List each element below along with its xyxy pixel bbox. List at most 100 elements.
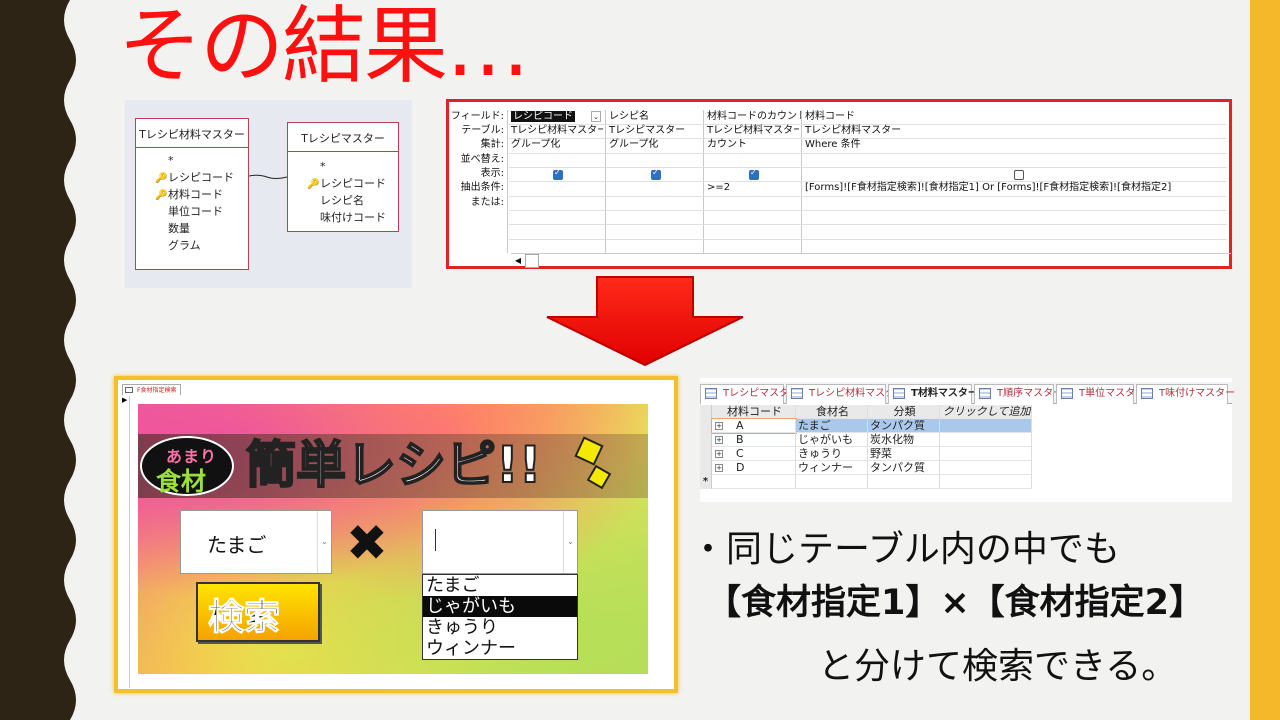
field-row[interactable]: 🔑 材料コード (136, 186, 248, 203)
table-row[interactable]: C + きゅうり 野菜 (700, 447, 1040, 461)
column3-show-checkbox[interactable] (749, 168, 759, 180)
field-row[interactable]: * (136, 152, 248, 169)
column4-criteria-cell[interactable]: [Forms]![F食材指定検索]![食材指定1] Or [Forms]![F食… (803, 181, 1223, 195)
dropdown-option[interactable]: ウィンナー (423, 638, 577, 659)
chevron-down-icon[interactable]: ⌄ (591, 111, 601, 122)
code-cell[interactable]: A (711, 418, 797, 434)
empty-cell[interactable] (940, 447, 1032, 461)
tab-recipe-master[interactable]: Tレシピマスター (700, 384, 799, 404)
scroll-left-icon[interactable]: ◀ (511, 254, 525, 268)
field-row[interactable]: 数量 (136, 220, 248, 237)
dropdown-option[interactable]: たまご (423, 575, 577, 596)
ingredient1-value: たまご (207, 533, 267, 557)
empty-cell[interactable] (796, 475, 868, 489)
column2-show-checkbox[interactable] (651, 168, 661, 180)
row-selector[interactable] (700, 419, 712, 433)
tab-unit-master[interactable]: T単位マスター (1056, 384, 1145, 404)
column2-total-cell[interactable]: グループ化 (607, 138, 701, 152)
tab-label: T順序マスター (997, 388, 1064, 399)
search-button[interactable]: 検索 (196, 582, 320, 642)
tab-order-master[interactable]: T順序マスター (974, 384, 1063, 404)
chevron-down-icon[interactable]: ⌄ (563, 511, 577, 573)
name-cell[interactable]: ウィンナー (796, 461, 868, 475)
chevron-down-icon[interactable]: ⌄ (317, 511, 331, 573)
field-row[interactable]: 単位コード (136, 203, 248, 220)
empty-cell[interactable] (940, 461, 1032, 475)
column3-field-cell[interactable]: 材料コードのカウント: 材料コード (705, 110, 801, 124)
ingredient1-combobox[interactable]: たまご ⌄ (180, 510, 332, 574)
row-selector[interactable] (700, 447, 712, 461)
table-row[interactable]: B + じゃがいも 炭水化物 (700, 433, 1040, 447)
dropdown-option-selected[interactable]: じゃがいも (423, 596, 577, 617)
row-selector[interactable] (700, 433, 712, 447)
field-row[interactable]: 🔑 レシピコード (136, 169, 248, 186)
empty-cell[interactable] (712, 475, 796, 489)
empty-cell[interactable] (940, 419, 1032, 433)
form-tab[interactable]: F食材指定検索 (122, 384, 182, 395)
column4-table-cell[interactable]: Tレシピ材料マスター (803, 124, 1223, 138)
category-cell[interactable]: タンパク質 (868, 419, 940, 433)
column-header[interactable]: 食材名 (796, 405, 868, 419)
add-column-header[interactable]: クリックして追加 (940, 405, 1032, 419)
column-header[interactable]: 材料コード (712, 405, 796, 419)
expand-icon[interactable]: + (715, 436, 723, 444)
field-label: * (320, 160, 326, 173)
horizontal-scrollbar[interactable]: ◀ (511, 253, 1231, 268)
tab-recipe-ingredient-master[interactable]: Tレシピ材料マスター (786, 384, 905, 404)
table-row[interactable]: A + たまご タンパク質 (700, 418, 1040, 434)
expand-icon[interactable]: + (715, 450, 723, 458)
column3-total-cell[interactable]: カウント (705, 138, 799, 152)
category-cell[interactable]: 野菜 (868, 447, 940, 461)
category-cell[interactable]: タンパク質 (868, 461, 940, 475)
category-cell[interactable]: 炭水化物 (868, 433, 940, 447)
speech-bubble-logo: あまり 食材 (140, 436, 234, 496)
column-header[interactable]: 分類 (868, 405, 940, 419)
column2-field-cell[interactable]: レシピ名 (607, 110, 701, 124)
tab-ingredient-master[interactable]: T材料マスター (888, 384, 978, 404)
field-row[interactable]: 味付けコード (288, 209, 398, 226)
column1-total-cell[interactable]: グループ化 (509, 138, 603, 152)
grid-row-line (509, 167, 1227, 168)
code-cell[interactable]: C (712, 447, 796, 461)
expand-icon[interactable]: + (715, 422, 723, 430)
column3-criteria-cell[interactable]: >=2 (705, 181, 799, 195)
slide-title: その結果… (118, 0, 530, 95)
code-cell[interactable]: B (712, 433, 796, 447)
ingredient2-dropdown-list[interactable]: たまご じゃがいも きゅうり ウィンナー (422, 574, 578, 660)
empty-cell[interactable] (940, 433, 1032, 447)
field-row[interactable]: 🔑 レシピコード (288, 175, 398, 192)
expand-icon[interactable]: + (715, 464, 723, 472)
column1-table-cell[interactable]: Tレシピ材料マスター (509, 124, 603, 138)
scrollbar-thumb[interactable] (525, 254, 539, 268)
field-row[interactable]: レシピ名 (288, 192, 398, 209)
table-box-recipe[interactable]: Tレシピマスター * 🔑 レシピコード レシピ名 味付けコード (287, 122, 399, 232)
row-selector[interactable] (700, 461, 712, 475)
key-icon: 🔑 (307, 179, 320, 190)
dropdown-option[interactable]: きゅうり (423, 617, 577, 638)
new-record-row[interactable]: * (700, 475, 1040, 489)
empty-cell[interactable] (940, 475, 1032, 489)
field-row[interactable]: グラム (136, 237, 248, 254)
column4-field-cell[interactable]: 材料コード (803, 110, 1223, 124)
column4-total-cell[interactable]: Where 条件 (803, 138, 1223, 152)
field-label: レシピコード (320, 177, 386, 190)
name-cell[interactable]: きゅうり (796, 447, 868, 461)
select-all-corner[interactable] (700, 405, 712, 419)
name-cell[interactable]: じゃがいも (796, 433, 868, 447)
tab-seasoning-master[interactable]: T味付けマスター (1136, 384, 1235, 404)
column4-show-checkbox[interactable] (1014, 170, 1024, 180)
table-row[interactable]: D + ウィンナー タンパク質 (700, 461, 1040, 475)
row-label-total: 集計: (480, 139, 504, 150)
table-box-recipe-ingredient[interactable]: Tレシピ材料マスター * 🔑 レシピコード 🔑 材料コード 単位コード 数量 グラム (135, 118, 249, 270)
ingredient2-combobox[interactable]: ⌄ (422, 510, 578, 574)
field-row[interactable]: * (288, 158, 398, 175)
name-cell[interactable]: たまご (796, 419, 868, 433)
table-icon (893, 388, 905, 399)
column1-show-checkbox[interactable] (553, 168, 563, 180)
code-cell[interactable]: D (712, 461, 796, 475)
column2-table-cell[interactable]: Tレシピマスター (607, 124, 701, 138)
row-label-show: 表示: (480, 168, 504, 179)
empty-cell[interactable] (868, 475, 940, 489)
column1-field-cell[interactable]: レシピコード ⌄ (509, 110, 603, 124)
column3-table-cell[interactable]: Tレシピ材料マスター (705, 124, 799, 138)
